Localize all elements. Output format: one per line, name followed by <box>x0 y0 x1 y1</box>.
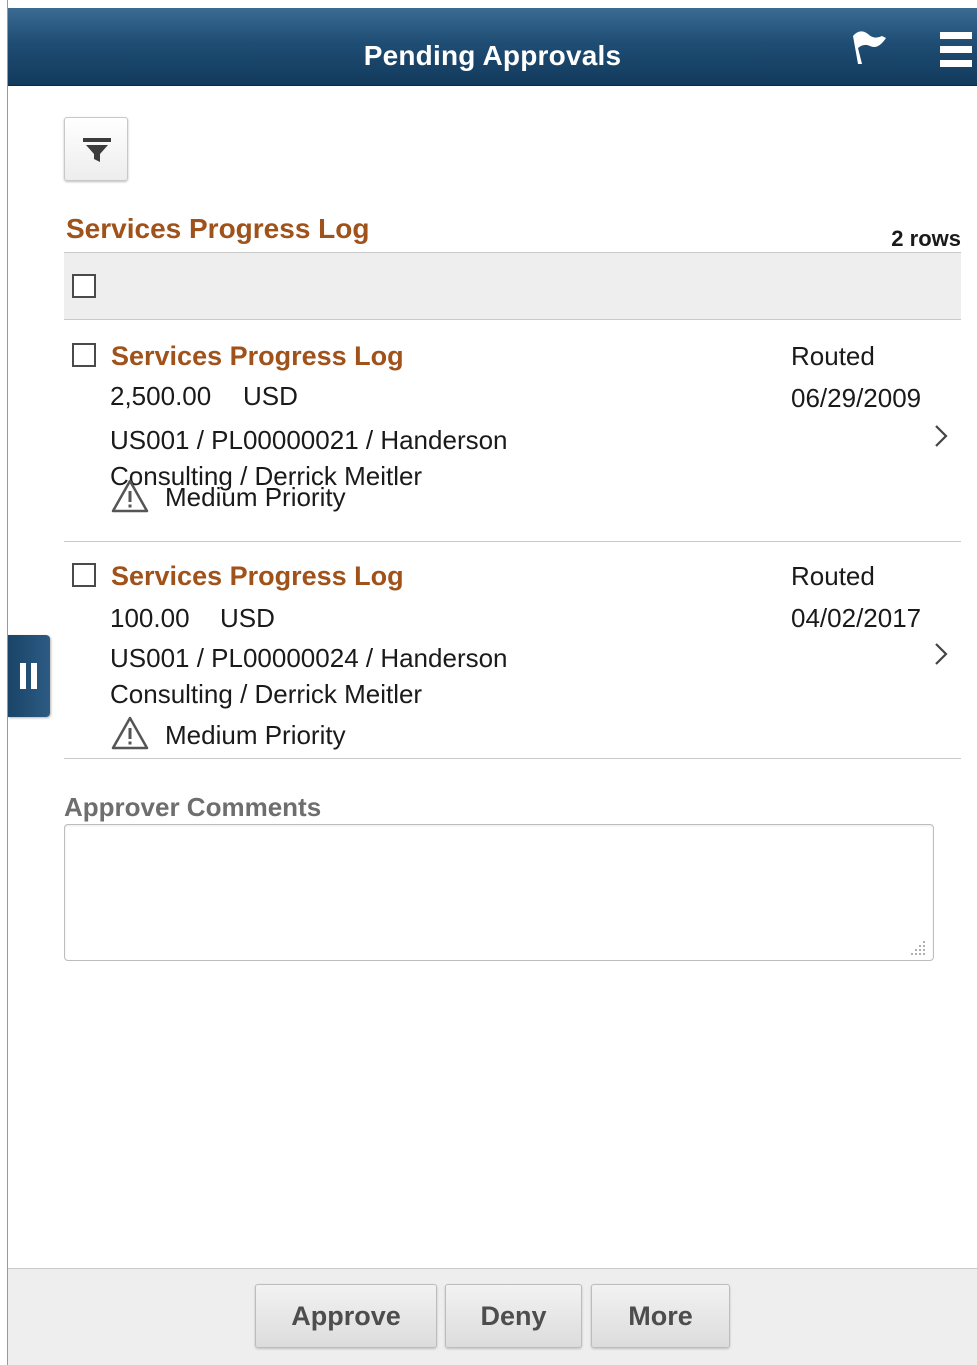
item-date: 06/29/2009 <box>791 383 922 413</box>
side-panel-toggle[interactable] <box>8 635 50 717</box>
chevron-right-icon[interactable] <box>932 641 950 667</box>
item-title: Services Progress Log <box>111 341 404 371</box>
warning-triangle-icon <box>111 716 149 750</box>
more-button[interactable]: More <box>591 1284 730 1348</box>
chevron-right-icon[interactable] <box>932 423 950 449</box>
item-currency: USD <box>243 381 298 411</box>
select-all-checkbox[interactable] <box>72 274 96 298</box>
item-priority: Medium Priority <box>165 720 346 750</box>
approver-comments-field[interactable] <box>64 824 934 961</box>
row-count: 2 rows <box>891 226 961 251</box>
page-title: Pending Approvals <box>363 40 622 71</box>
flag-icon <box>853 31 886 64</box>
item-detail-line-1: US001 / PL00000024 / Handerson <box>110 643 508 673</box>
deny-button[interactable]: Deny <box>445 1284 582 1348</box>
warning-triangle-icon <box>111 479 149 513</box>
item-title: Services Progress Log <box>111 561 404 591</box>
page-header: Pending Approvals <box>8 8 977 86</box>
filter-button[interactable] <box>64 117 128 181</box>
item-currency: USD <box>220 603 275 633</box>
item-date: 04/02/2017 <box>791 603 922 633</box>
resize-grip-icon[interactable] <box>910 938 928 956</box>
list-item[interactable]: Services Progress Log 100.00 USD US001 /… <box>64 542 961 759</box>
approve-button[interactable]: Approve <box>255 1284 437 1348</box>
item-detail-line-2: Consulting / Derrick Meitler <box>110 679 423 709</box>
item-checkbox[interactable] <box>72 563 96 587</box>
item-status: Routed <box>791 561 875 591</box>
item-amount: 100.00 <box>110 603 190 633</box>
item-priority: Medium Priority <box>165 482 346 512</box>
menu-button[interactable] <box>936 28 976 72</box>
item-detail-line-1: US001 / PL00000021 / Handerson <box>110 425 508 455</box>
item-checkbox[interactable] <box>72 343 96 367</box>
action-footer: Approve Deny More <box>8 1268 977 1365</box>
item-amount: 2,500.00 <box>110 381 212 411</box>
filter-funnel-icon <box>83 138 111 162</box>
hamburger-menu-icon <box>940 32 972 67</box>
grid-header <box>64 252 961 320</box>
approver-comments-label: Approver Comments <box>64 792 322 822</box>
grid-title: Services Progress Log <box>66 213 370 244</box>
flag-button[interactable] <box>844 24 892 72</box>
item-status: Routed <box>791 341 875 371</box>
list-item[interactable]: Services Progress Log 2,500.00 USD US001… <box>64 321 961 542</box>
